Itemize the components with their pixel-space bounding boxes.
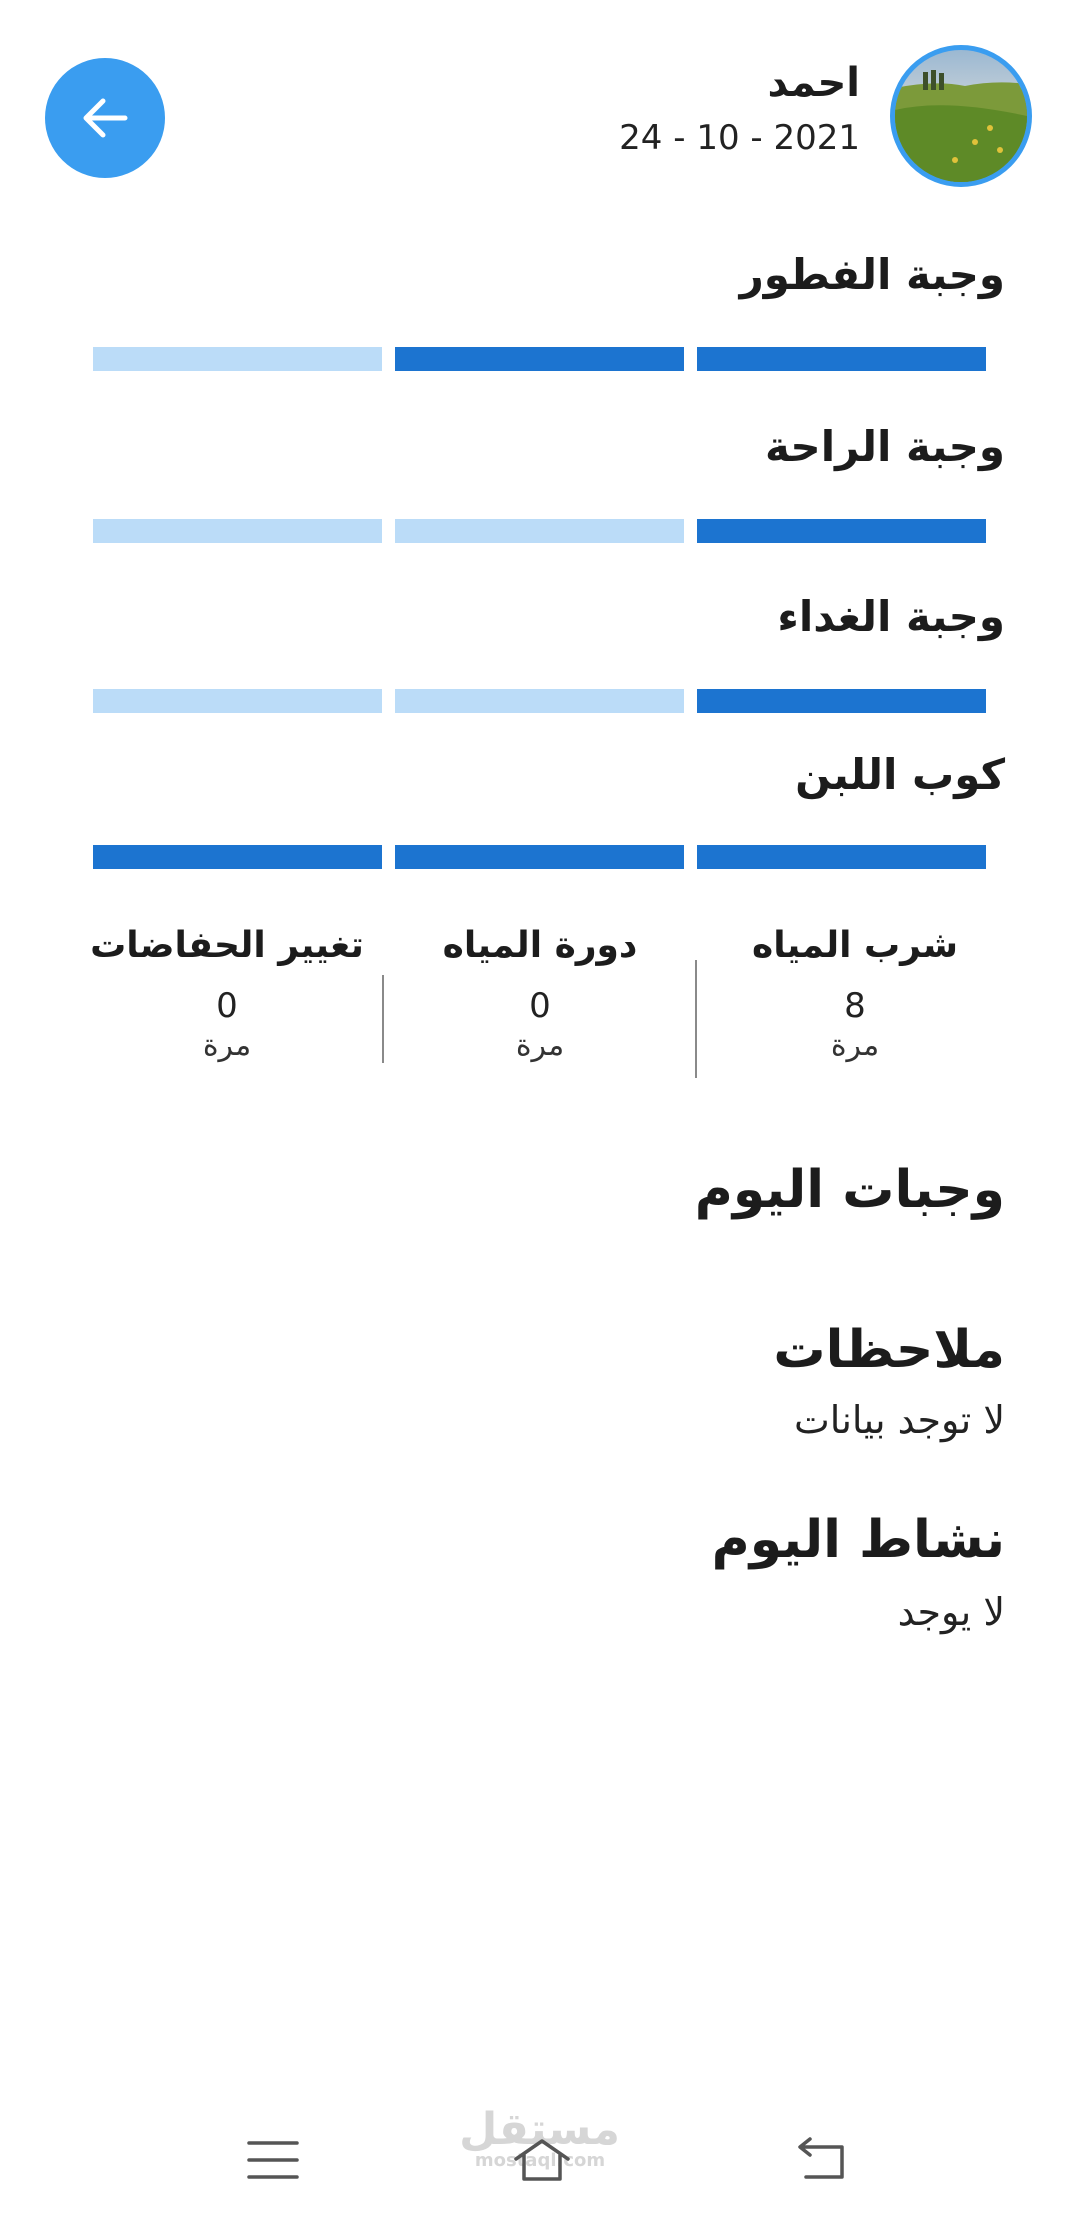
nav-home-button[interactable] — [512, 2135, 572, 2189]
stat-value: 0 — [529, 986, 551, 1026]
progress-segment — [395, 347, 684, 371]
arrow-left-icon — [83, 98, 128, 138]
menu-icon — [247, 2141, 299, 2179]
rest-progress — [93, 519, 986, 543]
meal-title-milk: كوب اللبن — [795, 750, 1005, 799]
home-icon — [514, 2139, 570, 2181]
stat-divider — [695, 960, 697, 1078]
progress-segment — [93, 519, 382, 543]
stat-unit: مرة — [202, 1028, 252, 1063]
stat-water-drinking: شرب المياه 8 مرة — [705, 925, 1005, 1063]
progress-segment — [395, 689, 684, 713]
progress-segment — [395, 845, 684, 869]
nav-back-button[interactable] — [792, 2135, 852, 2189]
back-icon — [798, 2137, 844, 2179]
stat-unit: مرة — [830, 1028, 880, 1063]
lunch-progress — [93, 689, 986, 713]
notes-text: لا توجد بيانات — [793, 1398, 1005, 1442]
meal-title-rest: وجبة الراحة — [764, 422, 1005, 471]
progress-segment — [697, 845, 986, 869]
stat-value: 8 — [844, 986, 866, 1026]
progress-segment — [93, 689, 382, 713]
notes-title: ملاحظات — [773, 1320, 1005, 1380]
progress-segment — [697, 347, 986, 371]
stat-divider — [382, 975, 384, 1063]
progress-segment — [697, 519, 986, 543]
stat-label: تغيير الحفاضات — [90, 925, 364, 966]
stat-label: دورة المياه — [442, 925, 638, 966]
progress-segment — [697, 689, 986, 713]
today-meals-title: وجبات اليوم — [694, 1160, 1005, 1220]
stat-diaper-change: تغيير الحفاضات 0 مرة — [77, 925, 377, 1063]
nav-menu-button[interactable] — [245, 2135, 301, 2189]
avatar-image — [895, 70, 1027, 182]
back-button[interactable] — [45, 58, 165, 178]
stat-toilet: دورة المياه 0 مرة — [390, 925, 690, 1063]
activity-title: نشاط اليوم — [711, 1510, 1005, 1570]
progress-segment — [395, 519, 684, 543]
stat-label: شرب المياه — [752, 925, 958, 966]
avatar[interactable] — [890, 45, 1032, 187]
meal-title-breakfast: وجبة الفطور — [739, 250, 1005, 299]
progress-segment — [93, 347, 382, 371]
milk-progress — [93, 845, 986, 869]
breakfast-progress — [93, 347, 986, 371]
activity-text: لا يوجد — [897, 1590, 1005, 1634]
stat-value: 0 — [216, 986, 238, 1026]
stat-unit: مرة — [515, 1028, 565, 1063]
meal-title-lunch: وجبة الغداء — [777, 592, 1005, 641]
user-name: احمد — [767, 60, 860, 106]
progress-segment — [93, 845, 382, 869]
report-date: 24 - 10 - 2021 — [619, 118, 860, 158]
